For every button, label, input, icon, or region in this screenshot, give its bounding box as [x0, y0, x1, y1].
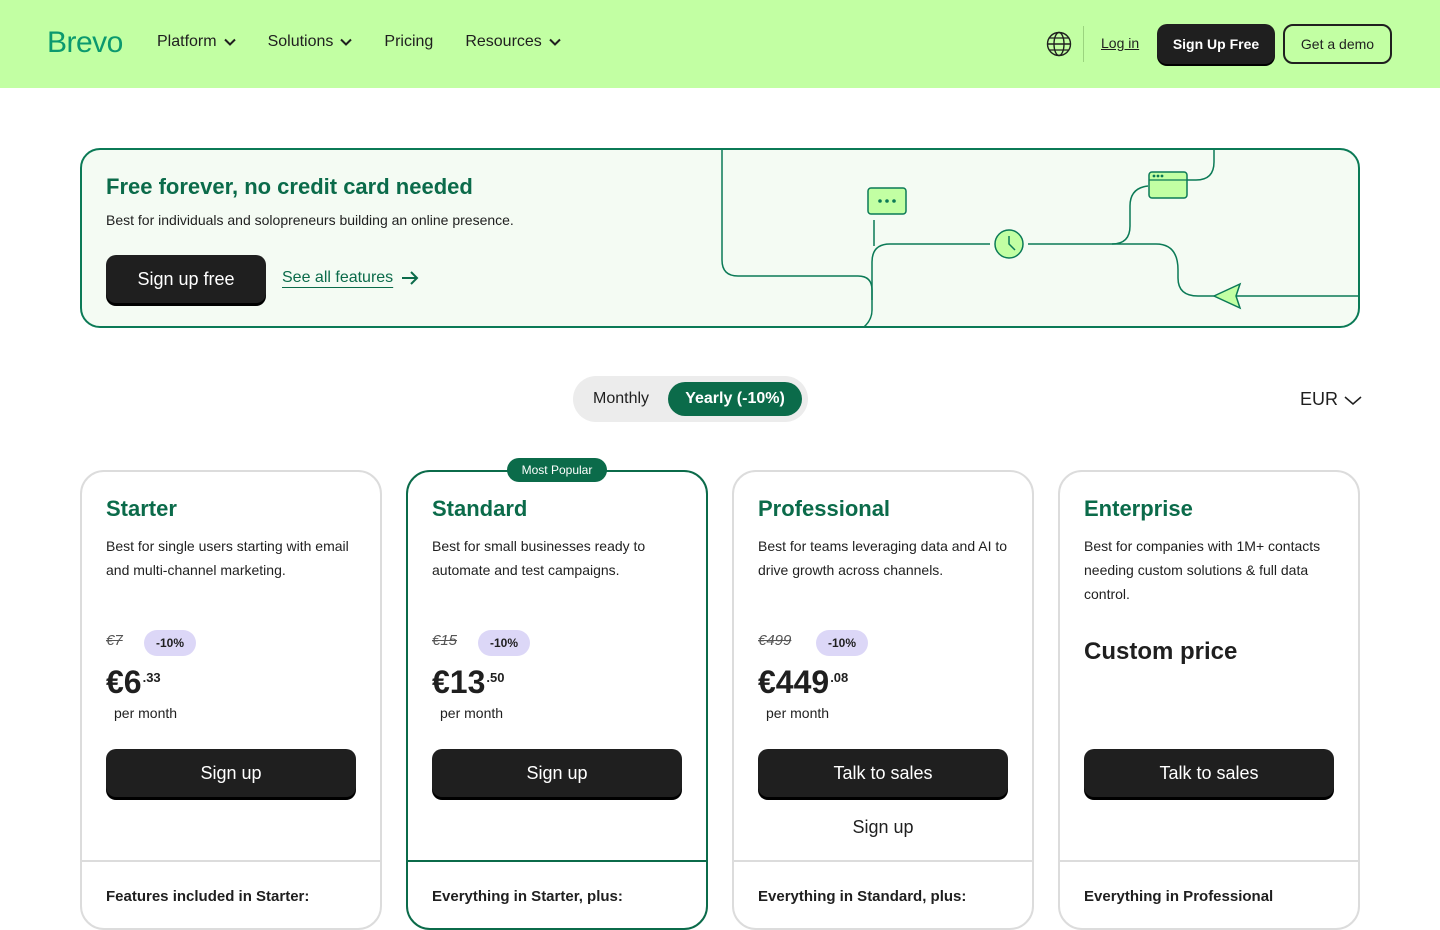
features-heading: Features included in Starter:	[106, 888, 310, 905]
professional-talk-to-sales-button[interactable]: Talk to sales	[758, 749, 1008, 797]
discount-badge: -10%	[144, 630, 197, 656]
brevo-logo[interactable]: Brevo	[47, 26, 123, 60]
free-sign-up-button[interactable]: Sign up free	[106, 255, 266, 303]
plan-card-enterprise: Enterprise Best for companies with 1M+ c…	[1058, 470, 1360, 930]
chevron-down-icon	[223, 38, 236, 46]
chevron-down-icon	[549, 38, 561, 46]
free-plan-title: Free forever, no credit card needed	[106, 174, 473, 199]
chevron-down-icon	[1344, 395, 1362, 405]
features-heading: Everything in Starter, plus:	[432, 888, 623, 905]
plan-description: Best for single users starting with emai…	[106, 538, 349, 578]
nav-item-pricing[interactable]: Pricing	[384, 33, 433, 51]
arrow-right-icon	[402, 271, 419, 285]
price-main: €13	[432, 664, 486, 700]
plan-card-starter: Starter Best for single users starting w…	[80, 470, 382, 930]
plan-name: Professional	[758, 496, 891, 521]
free-plan-banner: Free forever, no credit card needed Best…	[80, 148, 1360, 328]
price-period: per month	[766, 705, 830, 721]
nav-item-solutions[interactable]: Solutions	[268, 33, 353, 51]
card-divider	[734, 860, 1032, 862]
see-all-features-label: See all features	[282, 269, 394, 286]
price-cents: .50	[486, 670, 505, 685]
price-cents: .33	[142, 670, 161, 685]
chevron-down-icon	[340, 38, 353, 46]
original-price: €7	[106, 632, 123, 649]
original-price: €15	[432, 632, 458, 649]
discount-badge: -10%	[816, 630, 869, 656]
header-divider	[1083, 26, 1084, 62]
yearly-option[interactable]: Yearly (-10%)	[668, 382, 802, 416]
custom-price: Custom price	[1084, 638, 1238, 665]
card-divider	[408, 860, 706, 862]
price-cents: .08	[830, 670, 849, 685]
price-main: €449	[758, 664, 830, 700]
original-price: €499	[758, 632, 792, 649]
see-all-features-link[interactable]: See all features	[282, 269, 419, 287]
card-divider	[1060, 860, 1358, 862]
main-nav: Platform Solutions Pricing Resources	[157, 33, 593, 51]
enterprise-talk-to-sales-button[interactable]: Talk to sales	[1084, 749, 1334, 797]
price-period: per month	[114, 705, 178, 721]
starter-sign-up-button[interactable]: Sign up	[106, 749, 356, 797]
currency-label: EUR	[1300, 389, 1339, 409]
standard-sign-up-button[interactable]: Sign up	[432, 749, 682, 797]
features-heading: Everything in Standard, plus:	[758, 888, 967, 905]
billing-period-toggle: Monthly Yearly (-10%)	[573, 376, 808, 422]
plan-price: €6.33	[106, 664, 161, 701]
monthly-option[interactable]: Monthly	[593, 390, 649, 408]
plan-card-professional: Professional Best for teams leveraging d…	[732, 470, 1034, 930]
nav-item-label: Solutions	[267, 33, 334, 50]
professional-sign-up-link[interactable]: Sign up	[758, 817, 1008, 838]
price-main: €6	[106, 664, 142, 700]
features-heading: Everything in Professional	[1084, 888, 1274, 905]
plan-description: Best for small businesses ready to autom…	[432, 538, 646, 578]
get-demo-button[interactable]: Get a demo	[1283, 24, 1392, 64]
card-divider	[82, 860, 380, 862]
plan-description: Best for teams leveraging data and AI to…	[758, 538, 1008, 578]
top-navbar: Brevo Platform Solutions Pricing Resourc…	[0, 0, 1440, 88]
nav-item-label: Resources	[465, 33, 542, 50]
workflow-illustration	[721, 150, 1358, 326]
plan-price: €13.50	[432, 664, 504, 701]
plan-price: €449.08	[758, 664, 848, 701]
currency-selector[interactable]: EUR	[1300, 389, 1362, 410]
nav-item-label: Platform	[157, 33, 217, 50]
plan-card-standard: Most Popular Standard Best for small bus…	[406, 458, 708, 930]
price-period: per month	[440, 705, 504, 721]
globe-icon[interactable]	[1046, 31, 1072, 57]
sign-up-free-button[interactable]: Sign Up Free	[1157, 24, 1275, 64]
login-link[interactable]: Log in	[1101, 35, 1139, 51]
discount-badge: -10%	[478, 630, 531, 656]
nav-item-platform[interactable]: Platform	[157, 33, 236, 51]
plan-name: Starter	[106, 496, 177, 521]
plan-description: Best for companies with 1M+ contacts nee…	[1084, 538, 1321, 602]
most-popular-badge: Most Popular	[507, 458, 607, 482]
nav-item-label: Pricing	[384, 33, 434, 50]
free-plan-subtitle: Best for individuals and solopreneurs bu…	[106, 212, 514, 228]
plan-name: Standard	[432, 496, 528, 521]
nav-item-resources[interactable]: Resources	[465, 33, 561, 51]
plan-name: Enterprise	[1084, 496, 1193, 521]
